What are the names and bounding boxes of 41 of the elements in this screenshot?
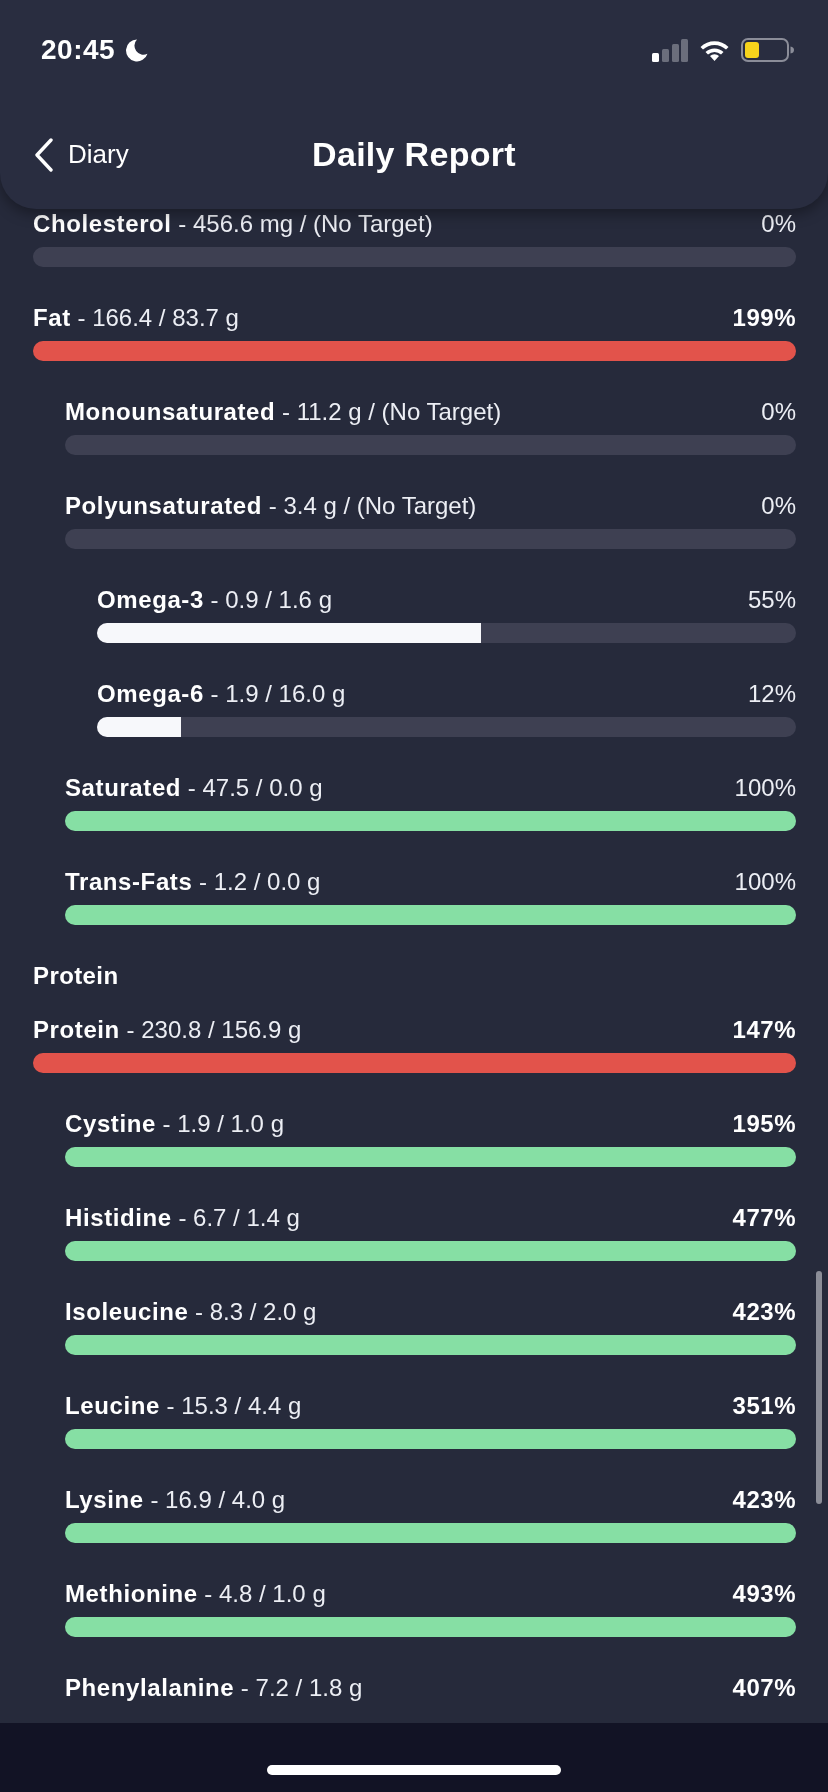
nutrient-label: Isoleucine - 8.3 / 2.0 g <box>65 1298 317 1326</box>
status-time: 20:45 <box>41 34 116 66</box>
chevron-left-icon <box>34 137 54 172</box>
nutrient-label: Polyunsaturated - 3.4 g / (No Target) <box>65 492 477 520</box>
signal-icon <box>652 38 688 62</box>
nutrient-label: Fat - 166.4 / 83.7 g <box>33 304 239 332</box>
percent-text: 55% <box>747 586 796 614</box>
percent-text: 477% <box>732 1204 796 1232</box>
nutrient-label: Omega-6 - 1.9 / 16.0 g <box>97 680 346 708</box>
percent-text: 423% <box>732 1298 796 1326</box>
section-heading: Protein <box>33 961 119 991</box>
percent-text: 12% <box>747 680 796 708</box>
nutrient-label: Saturated - 47.5 / 0.0 g <box>65 774 323 802</box>
page-title: Daily Report <box>312 135 516 174</box>
nutrient-label: Omega-3 - 0.9 / 1.6 g <box>97 586 332 614</box>
wifi-icon <box>699 39 730 61</box>
nutrient-label: Monounsaturated - 11.2 g / (No Target) <box>65 398 502 426</box>
nutrient-label: Lysine - 16.9 / 4.0 g <box>65 1486 286 1514</box>
percent-text: 195% <box>732 1110 796 1138</box>
percent-text: 407% <box>732 1674 796 1702</box>
battery-icon <box>741 38 794 62</box>
percent-text: 0% <box>761 210 796 238</box>
moon-icon <box>124 37 150 63</box>
nutrient-label: Cholesterol - 456.6 mg / (No Target) <box>33 210 433 238</box>
nutrient-label: Trans-Fats - 1.2 / 0.0 g <box>65 868 321 896</box>
nutrient-label: Methionine - 4.8 / 1.0 g <box>65 1580 326 1608</box>
nutrient-label: Leucine - 15.3 / 4.4 g <box>65 1392 302 1420</box>
percent-text: 493% <box>732 1580 796 1608</box>
back-button[interactable]: Diary <box>34 137 129 172</box>
percent-text: 100% <box>734 868 796 896</box>
nutrient-label: Phenylalanine - 7.2 / 1.8 g <box>65 1674 363 1702</box>
percent-text: 147% <box>732 1016 796 1044</box>
nutrient-label: Cystine - 1.9 / 1.0 g <box>65 1110 284 1138</box>
percent-text: 0% <box>761 492 796 520</box>
percent-text: 100% <box>734 774 796 802</box>
percent-text: 423% <box>732 1486 796 1514</box>
percent-text: 0% <box>761 398 796 426</box>
percent-text: 199% <box>732 304 796 332</box>
percent-text: 351% <box>732 1392 796 1420</box>
nutrient-label: Protein - 230.8 / 156.9 g <box>33 1016 302 1044</box>
nutrient-label: Histidine - 6.7 / 1.4 g <box>65 1204 300 1232</box>
